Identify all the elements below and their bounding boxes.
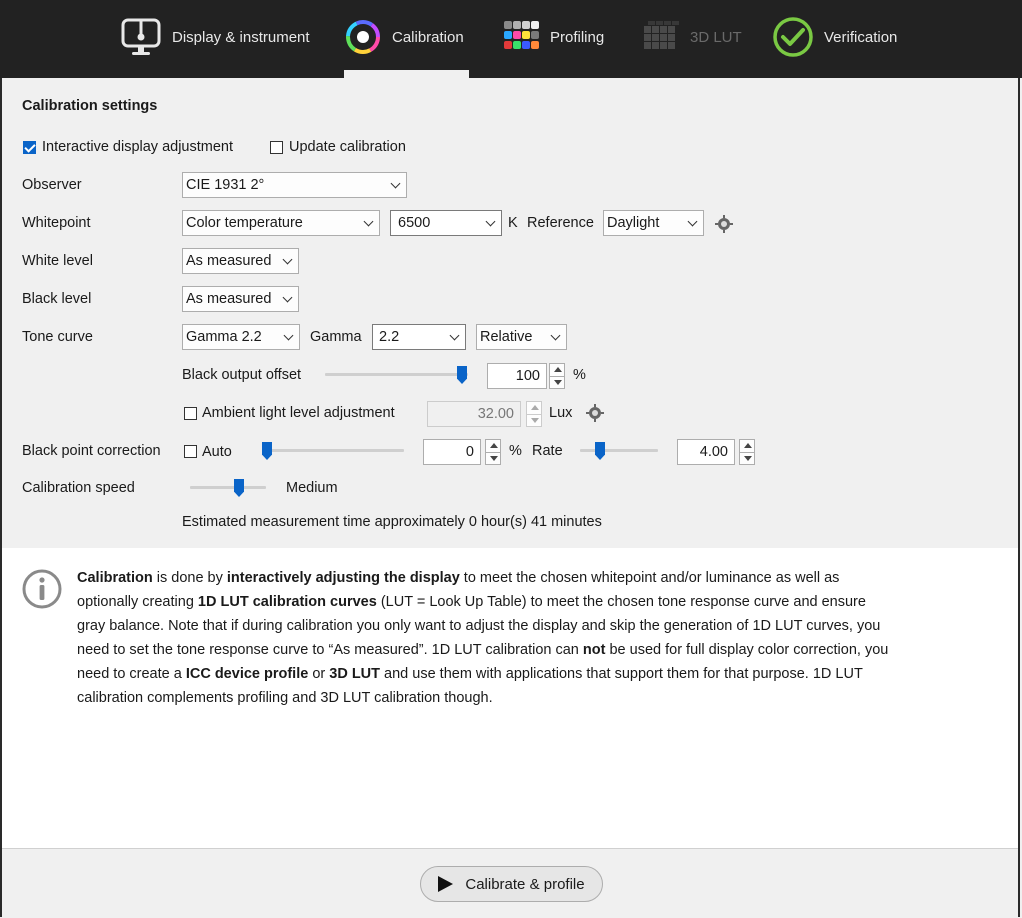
rate-input[interactable]: 4.00: [677, 439, 735, 465]
chevron-down-icon: [687, 216, 698, 227]
chevron-down-icon: [449, 330, 460, 341]
rate-label: Rate: [532, 443, 563, 459]
chevron-down-icon: [283, 330, 294, 341]
black-level-label: Black level: [22, 291, 92, 307]
info-icon: [22, 569, 62, 609]
info-part: is done by: [152, 570, 227, 586]
gamma-label: Gamma: [310, 329, 362, 345]
info-text: Calibration is done by interactively adj…: [77, 566, 897, 710]
black-point-input[interactable]: 0: [423, 439, 481, 465]
tone-curve-select[interactable]: Gamma 2.2: [182, 324, 300, 350]
observer-label: Observer: [22, 177, 82, 193]
tone-curve-label: Tone curve: [22, 329, 93, 345]
chevron-down-icon: [282, 254, 293, 265]
info-part: 1D LUT calibration curves: [197, 594, 377, 610]
tab-3d-lut-label: 3D LUT: [690, 28, 742, 46]
info-part: not: [582, 642, 606, 658]
black-point-spinner[interactable]: [485, 439, 501, 465]
black-point-correction-label: Black point correction: [22, 443, 161, 459]
info-part: ICC device profile: [185, 666, 309, 682]
tab-3d-lut: 3D LUT: [642, 14, 742, 60]
whitepoint-mode-value: Color temperature: [186, 215, 303, 231]
chevron-down-icon: [485, 216, 496, 227]
tone-curve-value: Gamma 2.2: [186, 329, 262, 345]
white-level-label: White level: [22, 253, 93, 269]
calibrate-profile-label: Calibrate & profile: [465, 875, 585, 893]
rate-spinner[interactable]: [739, 439, 755, 465]
calibration-speed-track: [190, 486, 266, 489]
ambient-light-unit: Lux: [549, 405, 573, 421]
observer-value: CIE 1931 2°: [186, 177, 265, 193]
info-part: Calibration: [77, 570, 153, 586]
measure-target-icon[interactable]: [715, 215, 733, 233]
reference-value: Daylight: [607, 215, 660, 231]
ambient-light-label: Ambient light level adjustment: [202, 405, 395, 421]
color-patches-icon: [504, 21, 539, 49]
info-part: 3D LUT: [329, 666, 381, 682]
whitepoint-temperature-value: 6500: [398, 215, 431, 231]
reference-select[interactable]: Daylight: [603, 210, 704, 236]
interactive-adjustment-label: Interactive display adjustment: [42, 139, 234, 155]
rate-track: [580, 449, 658, 452]
tab-display-instrument-label: Display & instrument: [172, 28, 310, 46]
ambient-light-input[interactable]: 32.00: [427, 401, 521, 427]
black-point-track: [262, 449, 404, 452]
whitepoint-temperature-combo[interactable]: 6500: [390, 210, 502, 236]
black-point-auto-checkbox[interactable]: [184, 445, 197, 458]
play-icon: [438, 876, 454, 892]
white-level-select[interactable]: As measured: [182, 248, 299, 274]
right-border: [1018, 78, 1020, 917]
black-point-auto-label: Auto: [202, 444, 232, 460]
info-part: or: [308, 666, 330, 682]
monitor-icon: [121, 18, 161, 55]
black-output-offset-unit: %: [573, 367, 586, 383]
tab-verification[interactable]: Verification: [772, 14, 897, 60]
whitepoint-mode-select[interactable]: Color temperature: [182, 210, 380, 236]
3d-lut-cube-icon: [644, 21, 679, 49]
active-tab-indicator: [344, 70, 469, 78]
interactive-adjustment-checkbox[interactable]: [23, 141, 36, 154]
gamma-type-value: Relative: [480, 329, 533, 345]
black-level-value: As measured: [186, 291, 272, 307]
gamma-combo[interactable]: 2.2: [372, 324, 466, 350]
tab-profiling[interactable]: Profiling: [502, 14, 604, 60]
calibration-speed-label: Calibration speed: [22, 480, 135, 496]
ambient-light-spinner[interactable]: [526, 401, 542, 427]
chevron-down-icon: [390, 178, 401, 189]
ambient-light-checkbox[interactable]: [184, 407, 197, 420]
chevron-down-icon: [282, 292, 293, 303]
info-part: interactively adjusting the display: [226, 570, 460, 586]
gamma-type-select[interactable]: Relative: [476, 324, 567, 350]
reference-label: Reference: [527, 215, 594, 231]
calibration-speed-value: Medium: [286, 480, 338, 496]
tab-calibration[interactable]: Calibration: [344, 14, 464, 60]
tab-profiling-label: Profiling: [550, 28, 605, 46]
black-point-unit: %: [509, 443, 522, 459]
black-output-offset-track: [325, 373, 468, 376]
white-level-value: As measured: [186, 253, 272, 269]
color-wheel-icon: [346, 20, 380, 54]
checkmark-icon: [773, 17, 813, 57]
whitepoint-label: Whitepoint: [22, 215, 91, 231]
black-output-offset-spinner[interactable]: [549, 363, 565, 389]
measurement-time-estimate: Estimated measurement time approximately…: [182, 514, 602, 530]
tab-calibration-label: Calibration: [392, 28, 464, 46]
tab-verification-label: Verification: [824, 28, 898, 46]
black-output-offset-input[interactable]: 100: [487, 363, 547, 389]
black-level-select[interactable]: As measured: [182, 286, 299, 312]
calibrate-profile-button[interactable]: Calibrate & profile: [420, 866, 603, 902]
tab-display-instrument[interactable]: Display & instrument: [120, 14, 310, 60]
update-calibration-label: Update calibration: [289, 139, 406, 155]
kelvin-unit: K: [508, 215, 518, 231]
black-output-offset-label: Black output offset: [182, 367, 302, 383]
settings-title: Calibration settings: [22, 98, 158, 114]
update-calibration-checkbox[interactable]: [270, 141, 283, 154]
chevron-down-icon: [550, 330, 561, 341]
top-tab-bar: Display & instrument Calibration Profili…: [0, 0, 1022, 78]
gamma-value: 2.2: [379, 329, 400, 345]
observer-select[interactable]: CIE 1931 2°: [182, 172, 407, 198]
chevron-down-icon: [363, 216, 374, 227]
ambient-measure-icon[interactable]: [586, 404, 604, 422]
